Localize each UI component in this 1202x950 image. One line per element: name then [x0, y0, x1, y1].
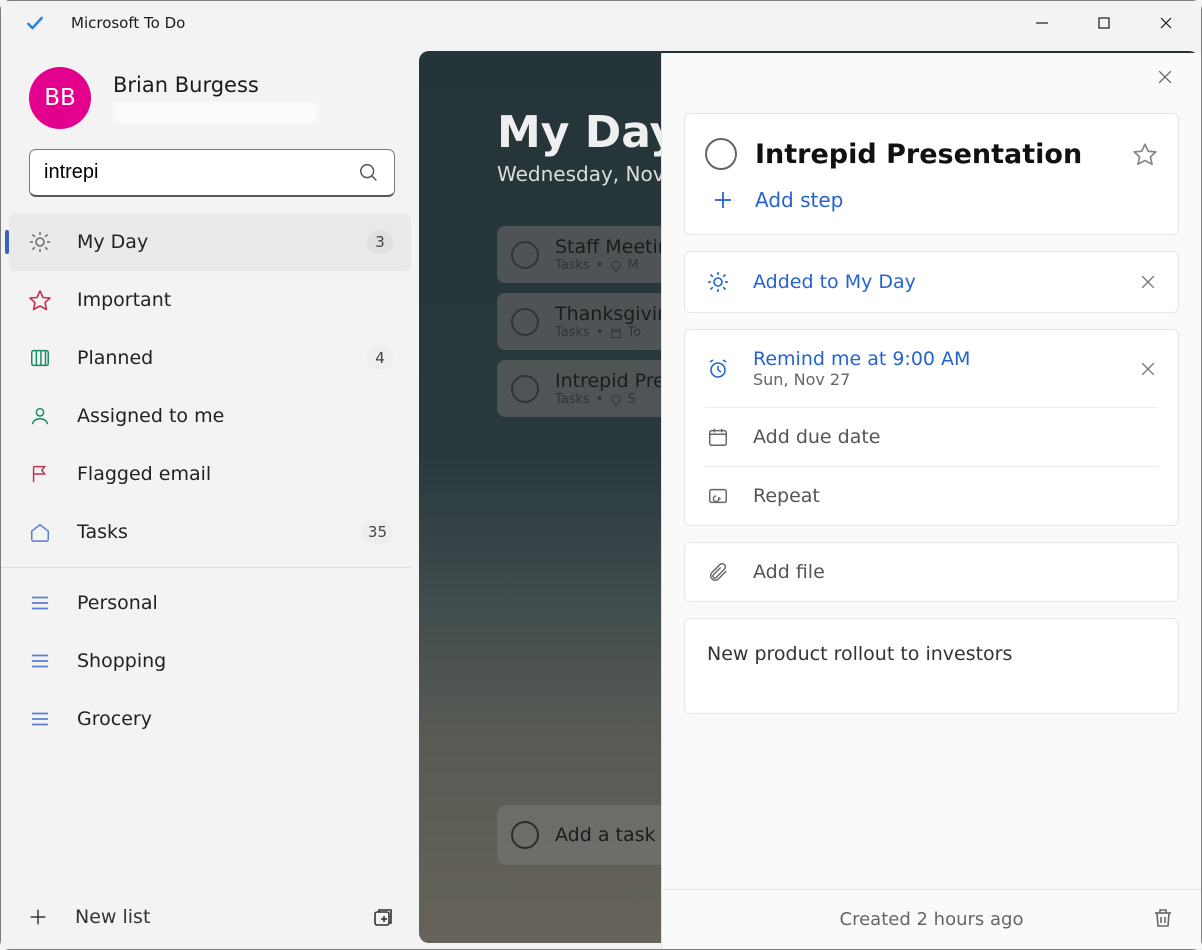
reminder-subtext: Sun, Nov 27	[753, 370, 1138, 389]
add-file-card: Add file	[684, 542, 1179, 602]
planned-icon	[27, 347, 53, 369]
plus-icon[interactable]	[27, 906, 53, 928]
window-close-button[interactable]	[1135, 4, 1197, 42]
title-bar: Microsoft To Do	[1, 1, 1201, 45]
home-icon	[27, 521, 53, 543]
task-title-card: Intrepid Presentation Add step	[684, 113, 1179, 235]
sidebar-item-personal[interactable]: Personal	[9, 574, 411, 632]
task-complete-checkbox[interactable]	[705, 138, 737, 170]
task-subtitle: Tasks• S	[555, 392, 665, 407]
avatar: BB	[29, 67, 91, 129]
sidebar-item-tasks[interactable]: Tasks 35	[9, 503, 411, 561]
calendar-icon	[705, 426, 731, 448]
sidebar-item-label: Personal	[77, 592, 393, 614]
add-step-label: Add step	[755, 188, 843, 212]
delete-task-button[interactable]	[1151, 906, 1175, 930]
sidebar-item-label: Shopping	[77, 650, 393, 672]
sidebar-item-label: Tasks	[77, 521, 362, 543]
new-group-button[interactable]	[371, 905, 399, 929]
plus-icon	[709, 186, 737, 214]
added-to-myday-row[interactable]: Added to My Day	[685, 252, 1178, 312]
new-list-label[interactable]: New list	[75, 906, 371, 928]
task-checkbox[interactable]	[511, 375, 539, 403]
search-field[interactable]	[29, 149, 395, 197]
sidebar-item-label: Assigned to me	[77, 405, 393, 427]
reminder-label: Remind me at 9:00 AM	[753, 348, 1138, 370]
list-icon	[27, 708, 53, 730]
sidebar: BB Brian Burgess My Day 3	[1, 45, 419, 949]
list-icon	[27, 650, 53, 672]
reminder-row[interactable]: Remind me at 9:00 AM Sun, Nov 27	[685, 330, 1178, 407]
sun-icon	[27, 230, 53, 254]
search-input[interactable]	[44, 161, 358, 184]
sidebar-item-assigned[interactable]: Assigned to me	[9, 387, 411, 445]
repeat-row[interactable]: Repeat	[685, 467, 1178, 525]
due-date-label: Add due date	[753, 426, 1158, 448]
task-title-text[interactable]: Intrepid Presentation	[755, 139, 1132, 170]
repeat-label: Repeat	[753, 485, 1158, 507]
profile[interactable]: BB Brian Burgess	[1, 45, 419, 141]
sidebar-item-shopping[interactable]: Shopping	[9, 632, 411, 690]
task-note[interactable]: New product rollout to investors	[684, 618, 1179, 714]
task-title: Staff Meetin	[555, 236, 670, 258]
star-icon	[27, 288, 53, 312]
sidebar-item-label: Important	[77, 289, 393, 311]
task-title: Intrepid Pre	[555, 370, 665, 392]
alarm-icon	[705, 357, 731, 381]
window-maximize-button[interactable]	[1073, 4, 1135, 42]
profile-name: Brian Burgess	[113, 73, 395, 98]
window-minimize-button[interactable]	[1011, 4, 1073, 42]
add-task-label: Add a task	[555, 824, 656, 846]
profile-subtext	[113, 103, 318, 123]
sidebar-item-planned[interactable]: Planned 4	[9, 329, 411, 387]
nav-builtin: My Day 3 Important Planned 4	[1, 207, 419, 748]
list-icon	[27, 592, 53, 614]
sidebar-item-flagged[interactable]: Flagged email	[9, 445, 411, 503]
add-step-button[interactable]: Add step	[685, 182, 1178, 234]
add-task-circle-icon	[511, 821, 539, 849]
app-title: Microsoft To Do	[71, 14, 185, 32]
add-file-row[interactable]: Add file	[685, 543, 1178, 601]
sidebar-item-label: Grocery	[77, 708, 393, 730]
task-title: Thanksgivin	[555, 303, 669, 325]
task-checkbox[interactable]	[511, 241, 539, 269]
app-icon	[23, 11, 47, 35]
sidebar-item-label: Planned	[77, 347, 367, 369]
remove-myday-button[interactable]	[1138, 272, 1158, 292]
sidebar-item-label: Flagged email	[77, 463, 393, 485]
myday-label: Added to My Day	[753, 271, 1138, 293]
new-list-row: New list	[1, 885, 419, 949]
sidebar-item-important[interactable]: Important	[9, 271, 411, 329]
nav-separator	[1, 567, 411, 568]
sidebar-item-badge: 3	[367, 230, 393, 254]
details-footer: Created 2 hours ago	[662, 889, 1201, 949]
person-icon	[27, 405, 53, 427]
sidebar-item-grocery[interactable]: Grocery	[9, 690, 411, 748]
sun-icon	[705, 270, 731, 294]
sidebar-item-myday[interactable]: My Day 3	[9, 213, 411, 271]
task-checkbox[interactable]	[511, 308, 539, 336]
task-details-panel: Intrepid Presentation Add step	[661, 53, 1201, 949]
add-file-label: Add file	[753, 561, 1158, 583]
created-text: Created 2 hours ago	[840, 909, 1024, 930]
attachment-icon	[705, 561, 731, 583]
flag-icon	[27, 463, 53, 485]
myday-card: Added to My Day	[684, 251, 1179, 313]
remove-reminder-button[interactable]	[1138, 359, 1158, 379]
details-close-button[interactable]	[1155, 67, 1175, 87]
due-date-row[interactable]: Add due date	[685, 408, 1178, 466]
schedule-card: Remind me at 9:00 AM Sun, Nov 27 Add due…	[684, 329, 1179, 526]
task-subtitle: Tasks• To	[555, 325, 669, 340]
search-icon[interactable]	[358, 162, 380, 184]
task-subtitle: Tasks• M	[555, 258, 670, 273]
sidebar-item-label: My Day	[77, 231, 367, 253]
sidebar-item-badge: 35	[362, 520, 393, 544]
sidebar-item-badge: 4	[367, 346, 393, 370]
repeat-icon	[705, 485, 731, 507]
star-button[interactable]	[1132, 141, 1158, 167]
